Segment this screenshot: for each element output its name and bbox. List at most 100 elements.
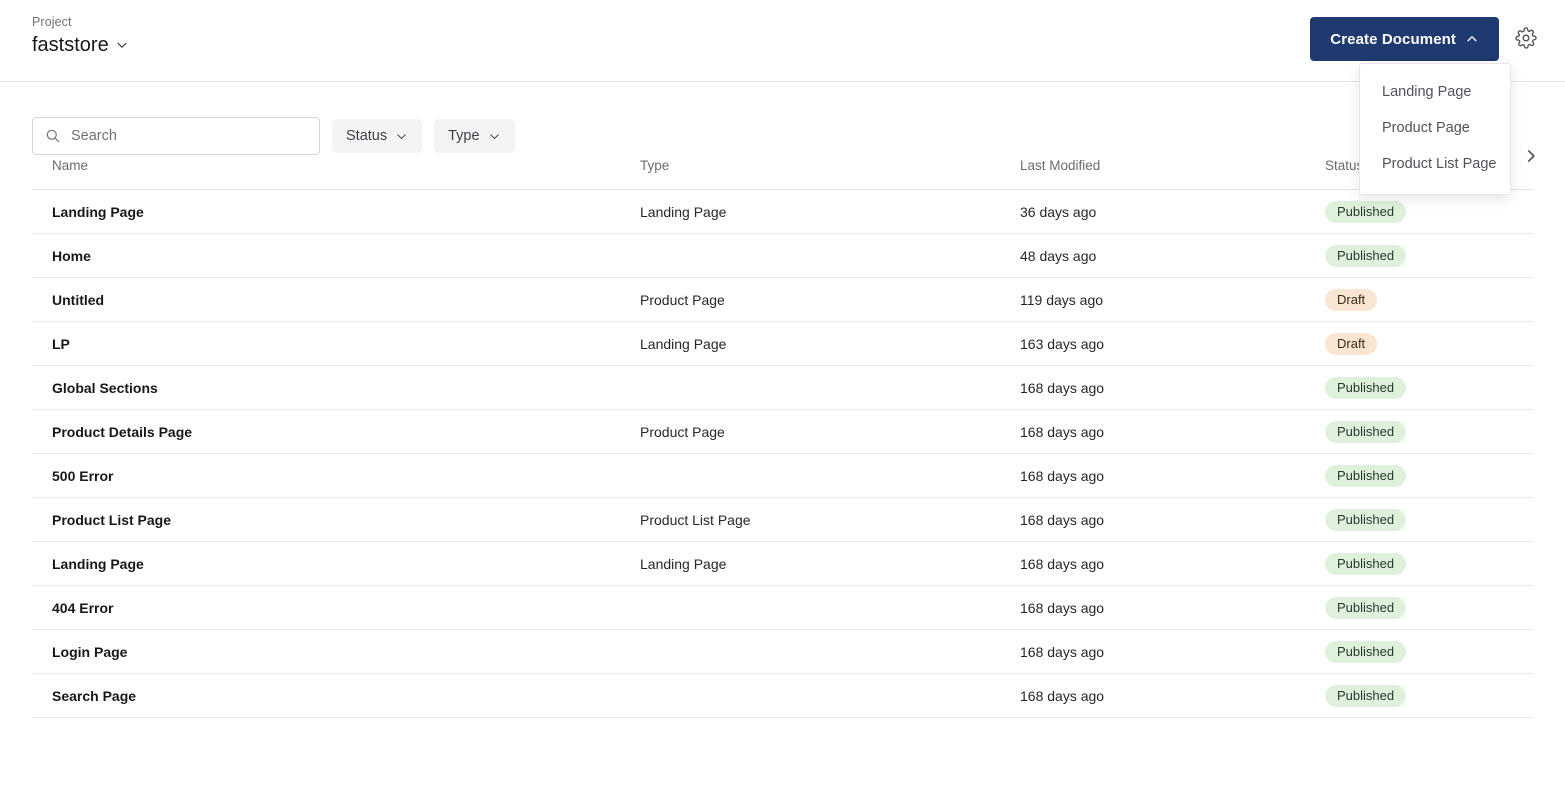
type-filter-label: Type xyxy=(448,128,480,144)
cell-document-type: Product Page xyxy=(640,423,725,440)
table-row[interactable]: Search Page 168 days ago Published xyxy=(32,674,1533,718)
cell-status: Published xyxy=(1325,234,1533,278)
column-header-last-modified[interactable]: Last Modified xyxy=(1020,157,1325,190)
cell-document-name[interactable]: LP xyxy=(32,322,640,366)
project-block: Project faststore xyxy=(32,14,129,58)
chevron-down-icon xyxy=(488,130,501,143)
project-name: faststore xyxy=(32,34,109,56)
cell-status: Published xyxy=(1325,366,1533,410)
column-header-name[interactable]: Name xyxy=(32,157,640,190)
table-row[interactable]: Landing Page Landing Page 168 days ago Publ… xyxy=(32,542,1533,586)
cell-last-modified: 168 days ago xyxy=(1020,423,1105,440)
cell-document-name[interactable]: Search Page xyxy=(32,674,640,718)
table-row[interactable]: Product Details Page Product Page 168 days… xyxy=(32,410,1533,454)
status-badge: Draft xyxy=(1325,288,1378,311)
cell-document-name[interactable]: Global Sections xyxy=(32,366,640,410)
cell-last-modified: 36 days ago xyxy=(1020,203,1097,220)
table-row[interactable]: 500 Error 168 days ago Published xyxy=(32,454,1533,498)
cell-document-type: Landing Page xyxy=(640,203,727,220)
status-badge: Draft xyxy=(1325,332,1378,355)
status-badge: Published xyxy=(1325,464,1407,487)
cell-last-modified: 168 days ago xyxy=(1020,467,1105,484)
search-box[interactable] xyxy=(32,117,320,155)
table-row[interactable]: Product List Page Product List Page 168 da… xyxy=(32,498,1533,542)
table-row[interactable]: Login Page 168 days ago Published xyxy=(32,630,1533,674)
gear-icon xyxy=(1515,26,1537,52)
table-body: Landing Page Landing Page 36 days ago Publi… xyxy=(32,190,1533,718)
cell-last-modified: 48 days ago xyxy=(1020,247,1097,264)
status-badge: Published xyxy=(1325,244,1407,267)
status-badge: Published xyxy=(1325,640,1407,663)
documents-table: Name Type Last Modified Status Landing P… xyxy=(32,157,1533,718)
status-badge: Published xyxy=(1325,420,1407,443)
cell-status: Published xyxy=(1325,630,1533,674)
cell-last-modified: 168 days ago xyxy=(1020,643,1105,660)
chevron-down-icon xyxy=(395,130,408,143)
cell-last-modified: 168 days ago xyxy=(1020,511,1105,528)
cell-document-name[interactable]: Product List Page xyxy=(32,498,640,542)
column-header-type[interactable]: Type xyxy=(640,157,1020,190)
cell-status: Published xyxy=(1325,542,1533,586)
cell-document-type xyxy=(640,454,1020,498)
documents-table-wrap: Name Type Last Modified Status Landing P… xyxy=(0,129,1565,718)
cell-document-type xyxy=(640,630,1020,674)
cell-status: Published xyxy=(1325,190,1533,234)
cell-document-name[interactable]: Untitled xyxy=(32,278,640,322)
create-menu-item-product-list-page[interactable]: Product List Page xyxy=(1360,146,1510,182)
cell-status: Published xyxy=(1325,410,1533,454)
table-row[interactable]: 404 Error 168 days ago Published xyxy=(32,586,1533,630)
top-bar: Project faststore Create Document Landin… xyxy=(0,0,1565,195)
cell-document-name[interactable]: 500 Error xyxy=(32,454,640,498)
cell-status: Published xyxy=(1325,454,1533,498)
create-document-label: Create Document xyxy=(1330,30,1456,48)
chevron-down-icon xyxy=(115,38,129,52)
cell-document-name[interactable]: Home xyxy=(32,234,640,278)
status-badge: Published xyxy=(1325,200,1407,223)
create-document-button[interactable]: Create Document xyxy=(1310,17,1499,61)
cell-last-modified: 163 days ago xyxy=(1020,335,1105,352)
cell-status: Published xyxy=(1325,674,1533,718)
create-document-menu: Landing Page Product Page Product List P… xyxy=(1359,63,1511,195)
cell-document-name[interactable]: Landing Page xyxy=(32,542,640,586)
cell-last-modified: 168 days ago xyxy=(1020,687,1105,704)
status-badge: Published xyxy=(1325,508,1407,531)
cell-document-type xyxy=(640,586,1020,630)
cell-status: Published xyxy=(1325,498,1533,542)
status-badge: Published xyxy=(1325,684,1407,707)
cell-status: Draft xyxy=(1325,322,1533,366)
cell-document-name[interactable]: Landing Page xyxy=(32,190,640,234)
table-row[interactable]: LP Landing Page 163 days ago Draft xyxy=(32,322,1533,366)
status-filter-label: Status xyxy=(346,128,388,144)
create-menu-item-product-page[interactable]: Product Page xyxy=(1360,110,1510,146)
cell-document-name[interactable]: Login Page xyxy=(32,630,640,674)
cell-document-name[interactable]: 404 Error xyxy=(32,586,640,630)
project-label: Project xyxy=(32,15,72,29)
filter-toolbar: Status Type xyxy=(0,82,1565,157)
table-row[interactable]: Global Sections 168 days ago Published xyxy=(32,366,1533,410)
table-row[interactable]: Landing Page Landing Page 36 days ago Publi… xyxy=(32,190,1533,234)
create-menu-item-landing-page[interactable]: Landing Page xyxy=(1360,74,1510,110)
cell-document-type: Landing Page xyxy=(640,335,727,352)
cell-document-type xyxy=(640,366,1020,410)
cell-document-type: Landing Page xyxy=(640,555,727,572)
chevron-up-icon xyxy=(1465,32,1479,46)
project-switcher[interactable]: faststore xyxy=(32,32,129,58)
status-filter-button[interactable]: Status xyxy=(332,119,423,153)
cell-last-modified: 168 days ago xyxy=(1020,555,1105,572)
status-badge: Published xyxy=(1325,376,1407,399)
status-badge: Published xyxy=(1325,596,1407,619)
top-bar-actions: Create Document xyxy=(1310,14,1541,61)
chevron-right-icon xyxy=(1522,147,1540,170)
cell-last-modified: 168 days ago xyxy=(1020,599,1105,616)
settings-button[interactable] xyxy=(1511,24,1541,54)
cell-document-type xyxy=(640,234,1020,278)
cell-document-type: Product Page xyxy=(640,291,725,308)
search-icon xyxy=(45,128,61,144)
search-input[interactable] xyxy=(71,128,307,144)
type-filter-button[interactable]: Type xyxy=(434,119,515,153)
cell-document-name[interactable]: Product Details Page xyxy=(32,410,640,454)
table-row[interactable]: Home 48 days ago Published xyxy=(32,234,1533,278)
table-head: Name Type Last Modified Status xyxy=(32,157,1533,190)
table-row[interactable]: Untitled Product Page 119 days ago Draft xyxy=(32,278,1533,322)
cell-last-modified: 168 days ago xyxy=(1020,379,1105,396)
